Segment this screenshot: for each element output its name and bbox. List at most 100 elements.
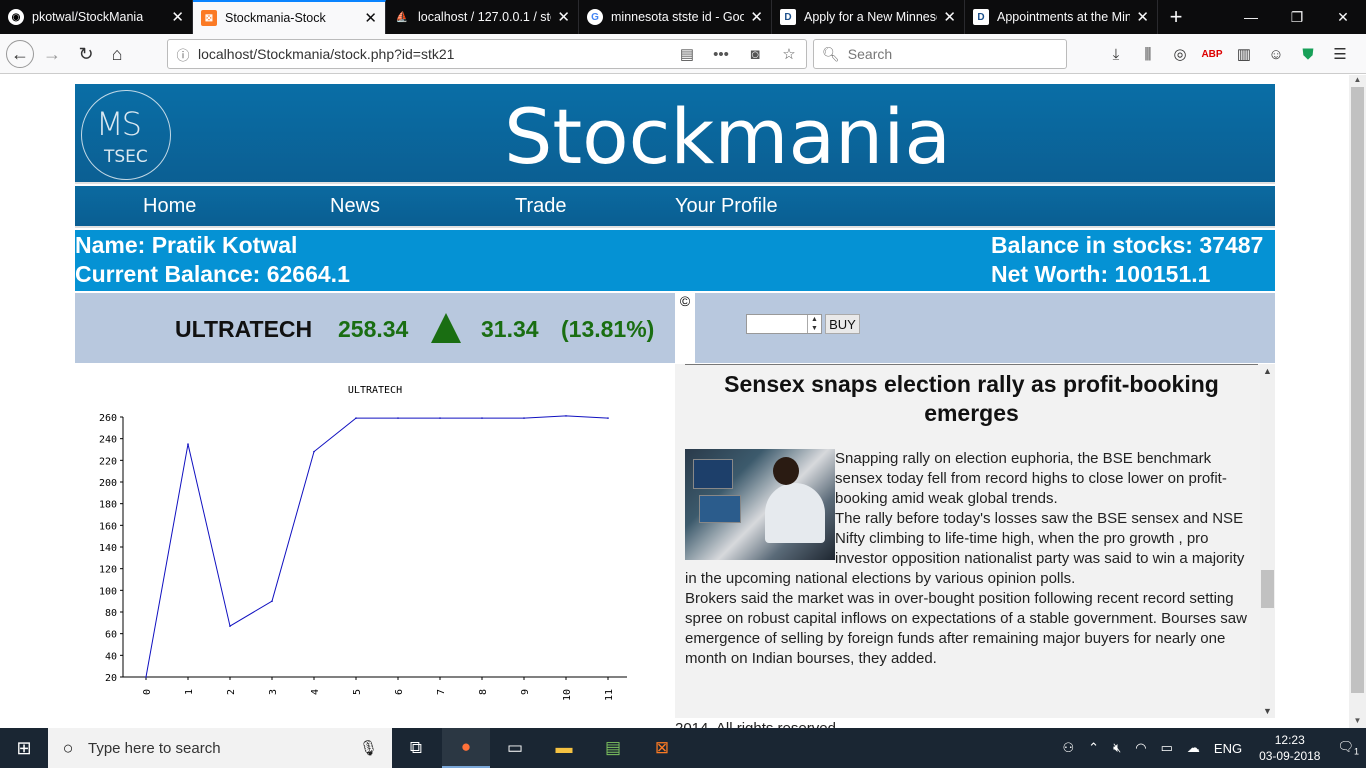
x-tick-label: 6 bbox=[394, 689, 405, 695]
home-icon: ⌂ bbox=[111, 43, 123, 64]
line-chart-svg: ULTRATECH2040608010012014016018020022024… bbox=[99, 385, 627, 701]
page-scrollbar[interactable]: ▲ ▼ bbox=[1349, 75, 1366, 728]
sidebar-icon[interactable]: ▥ bbox=[1228, 40, 1260, 68]
microphone-icon[interactable]: 🎙︎ bbox=[359, 739, 378, 757]
page-scroll-thumb[interactable] bbox=[1351, 87, 1364, 693]
firefox-taskbar-button[interactable]: ● bbox=[442, 728, 490, 768]
browser-toolbar: ← → ↻ ⌂ ⓘ localhost/Stockmania/stock.php… bbox=[0, 34, 1366, 74]
task-view-button[interactable]: ⧉ bbox=[392, 728, 440, 768]
spinner-arrows[interactable]: ▲ ▼ bbox=[807, 315, 821, 333]
battery-icon[interactable]: ▭ bbox=[1154, 740, 1180, 756]
url-bar[interactable]: ⓘ localhost/Stockmania/stock.php?id=stk2… bbox=[167, 39, 807, 69]
menu-home[interactable]: Home bbox=[143, 195, 196, 218]
browser-tab[interactable]: ⛵ localhost / 127.0.0.1 / sto ✕ bbox=[386, 0, 579, 34]
notepad-taskbar-button[interactable]: ▤ bbox=[589, 728, 637, 768]
url-text[interactable]: localhost/Stockmania/stock.php?id=stk21 bbox=[198, 46, 670, 62]
quantity-stepper[interactable]: ▲ ▼ bbox=[746, 314, 822, 334]
close-window-icon[interactable]: ✕ bbox=[1320, 0, 1366, 34]
browser-tab[interactable]: Gminnesota stste id - Goo ✕ bbox=[579, 0, 772, 34]
restore-icon[interactable]: ❐ bbox=[1274, 0, 1320, 34]
scroll-down-icon[interactable]: ▼ bbox=[1349, 716, 1366, 728]
stock-price: 258.34 bbox=[338, 316, 409, 342]
buy-button[interactable]: BUY bbox=[825, 314, 860, 334]
shield-icon[interactable]: ⛊ bbox=[1292, 40, 1324, 68]
browser-tab[interactable]: D Appointments at the Min ✕ bbox=[965, 0, 1158, 34]
menu-profile[interactable]: Your Profile bbox=[675, 195, 778, 218]
clock-date: 03-09-2018 bbox=[1259, 749, 1321, 763]
search-bar[interactable]: 🔍︎ Search bbox=[813, 39, 1067, 69]
scroll-down-icon[interactable]: ▼ bbox=[1260, 706, 1275, 716]
news-scroll-thumb[interactable] bbox=[1261, 570, 1274, 608]
reader-view-icon[interactable]: ▤ bbox=[670, 45, 704, 63]
menu-icon[interactable]: ☰ bbox=[1324, 40, 1356, 68]
x-tick-label: 1 bbox=[184, 689, 195, 695]
pocket-icon[interactable]: ◙ bbox=[738, 46, 772, 63]
people-icon[interactable]: ⚇ bbox=[1056, 740, 1082, 756]
onedrive-icon[interactable]: ☁ bbox=[1180, 740, 1207, 756]
phpmyadmin-icon: ⛵ bbox=[395, 11, 409, 23]
stock-row: ULTRATECH 258.34 31.34 (13.81%) © ▲ ▼ BUY bbox=[75, 293, 1275, 363]
new-tab-button[interactable]: + bbox=[1158, 0, 1194, 34]
site-title: Stockmania bbox=[504, 92, 951, 181]
language-indicator[interactable]: ENG bbox=[1207, 741, 1249, 756]
browser-tab-active[interactable]: ⊠ Stockmania-Stock ✕ bbox=[193, 0, 386, 34]
close-tab-icon[interactable]: ✕ bbox=[171, 8, 184, 26]
x-tick-label: 11 bbox=[604, 689, 615, 701]
user-info-bar: Name: Pratik Kotwal Current Balance: 626… bbox=[75, 230, 1275, 291]
minimize-icon[interactable]: — bbox=[1228, 0, 1274, 34]
extension-icon[interactable]: ☺ bbox=[1260, 40, 1292, 68]
home-button[interactable]: ⌂ bbox=[103, 40, 131, 68]
net-worth: Net Worth: 100151.1 bbox=[991, 261, 1211, 287]
scroll-up-icon[interactable]: ▲ bbox=[1349, 75, 1366, 87]
cortana-circle-icon: ○ bbox=[62, 737, 74, 758]
reload-button[interactable]: ↻ bbox=[72, 40, 100, 68]
volume-muted-icon[interactable]: 🔇︎ bbox=[1106, 740, 1128, 756]
menu-news[interactable]: News bbox=[330, 195, 380, 218]
forward-button[interactable]: → bbox=[38, 40, 66, 68]
scroll-up-icon[interactable]: ▲ bbox=[1260, 366, 1275, 376]
news-scrollbar[interactable]: ▲ ▼ bbox=[1260, 364, 1275, 718]
terminal-taskbar-button[interactable]: ▭ bbox=[491, 728, 539, 768]
adblock-icon[interactable]: ABP bbox=[1196, 40, 1228, 68]
quantity-input[interactable] bbox=[747, 315, 807, 333]
site-info-icon[interactable]: ⓘ bbox=[168, 45, 198, 64]
close-tab-icon[interactable]: ✕ bbox=[364, 9, 377, 27]
price-data-point bbox=[439, 417, 441, 419]
back-button[interactable]: ← bbox=[6, 40, 34, 68]
close-tab-icon[interactable]: ✕ bbox=[750, 8, 763, 26]
xampp-taskbar-button[interactable]: ⊠ bbox=[638, 728, 686, 768]
library-icon[interactable]: ⫼ bbox=[1132, 40, 1164, 68]
stock-chart: ULTRATECH 20 40 60 80 100 120 140 160 180 200 220 24… bbox=[75, 364, 675, 718]
taskbar-clock[interactable]: 12:23 03-09-2018 bbox=[1249, 732, 1330, 764]
windows-start-button[interactable]: ⊞ bbox=[0, 728, 48, 768]
window-controls: — ❐ ✕ bbox=[1228, 0, 1366, 34]
close-tab-icon[interactable]: ✕ bbox=[557, 8, 570, 26]
wifi-icon[interactable]: ◠ bbox=[1128, 740, 1153, 756]
folder-icon: ▬ bbox=[555, 738, 573, 757]
action-center-icon[interactable]: 🗨︎1 bbox=[1330, 739, 1366, 757]
chart-title: ULTRATECH bbox=[348, 385, 402, 396]
news-image bbox=[685, 449, 835, 560]
stock-name: ULTRATECH bbox=[175, 316, 313, 342]
sync-icon[interactable]: ◎ bbox=[1164, 40, 1196, 68]
show-hidden-icons-icon[interactable]: ⌃ bbox=[1081, 740, 1106, 756]
close-tab-icon[interactable]: ✕ bbox=[1136, 8, 1149, 26]
monitor-shape bbox=[699, 495, 741, 523]
browser-tab[interactable]: ◉ pkotwal/StockMania ✕ bbox=[0, 0, 193, 34]
page-actions-icon[interactable]: ••• bbox=[704, 46, 738, 63]
system-tray: ⚇ ⌃ 🔇︎ ◠ ▭ ☁ ENG 12:23 03-09-2018 🗨︎1 bbox=[1056, 728, 1366, 768]
file-explorer-taskbar-button[interactable]: ▬ bbox=[540, 728, 588, 768]
menu-trade[interactable]: Trade bbox=[515, 195, 567, 218]
price-data-point bbox=[313, 450, 315, 453]
bookmark-star-icon[interactable]: ☆ bbox=[772, 45, 806, 63]
browser-tab[interactable]: D Apply for a New Minneso ✕ bbox=[772, 0, 965, 34]
taskbar-search[interactable]: ○ Type here to search 🎙︎ bbox=[48, 728, 392, 768]
forward-arrow-icon: → bbox=[43, 43, 61, 64]
downloads-icon[interactable]: ⤓ bbox=[1100, 40, 1132, 68]
y-tick-label: 100 bbox=[99, 586, 117, 597]
news-title: Sensex snaps election rally as profit-bo… bbox=[724, 371, 1219, 426]
spin-up-icon[interactable]: ▲ bbox=[808, 315, 821, 324]
y-tick-label: 120 bbox=[99, 565, 117, 576]
close-tab-icon[interactable]: ✕ bbox=[943, 8, 956, 26]
spin-down-icon[interactable]: ▼ bbox=[808, 324, 821, 333]
